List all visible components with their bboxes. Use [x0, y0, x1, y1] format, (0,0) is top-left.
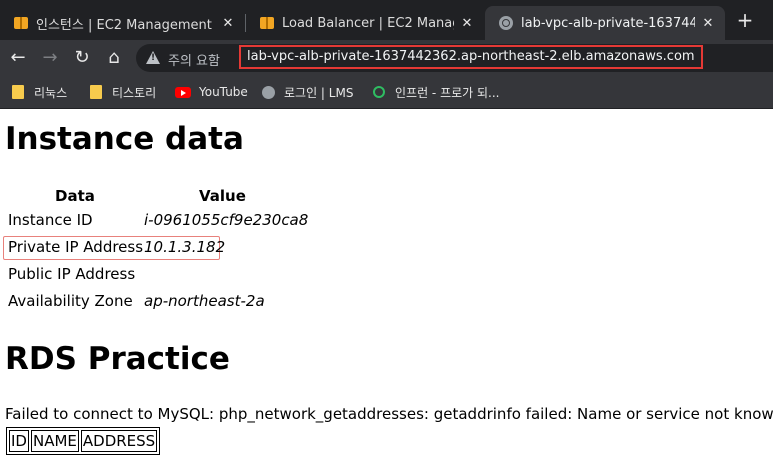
home-icon: ⌂	[108, 47, 120, 68]
page-content: Instance data Data Value Instance ID i-0…	[0, 109, 773, 470]
aws-icon	[260, 17, 274, 29]
new-tab-button[interactable]: +	[735, 8, 755, 32]
home-button[interactable]: ⌂	[102, 46, 126, 70]
close-icon[interactable]: ✕	[701, 16, 715, 31]
tab-strip: 인스턴스 | EC2 Management Co ✕ Load Balancer…	[0, 0, 773, 40]
column-header-id: ID	[9, 430, 29, 452]
globe-icon	[499, 16, 513, 30]
tab-title: 인스턴스 | EC2 Management Co	[36, 17, 215, 33]
column-header-data: Data	[55, 187, 95, 205]
folder-icon	[90, 85, 102, 99]
row-label-public-ip: Public IP Address	[8, 265, 136, 283]
bookmark-label: 리눅스	[34, 85, 68, 100]
security-label[interactable]: 주의 요함	[168, 50, 220, 69]
row-value-instance-id: i-0961055cf9e230ca8	[144, 211, 309, 229]
address-bar[interactable]: 주의 요함 lab-vpc-alb-private-1637442362.ap-…	[136, 44, 773, 72]
aws-icon	[14, 17, 28, 29]
bookmark-linux[interactable]: 리눅스	[12, 84, 67, 100]
tab-lab-vpc-alb[interactable]: lab-vpc-alb-private-1637442362 ✕	[485, 6, 725, 40]
folder-icon	[12, 85, 24, 99]
back-button[interactable]: ←	[6, 46, 30, 70]
column-header-address: ADDRESS	[80, 430, 158, 452]
tab-title: Load Balancer | EC2 Managemen	[282, 15, 454, 31]
bookmark-label: 인프런 - 프로가 되...	[395, 85, 500, 100]
tab-ec2-instances[interactable]: 인스턴스 | EC2 Management Co ✕	[0, 6, 245, 40]
inflearn-icon	[373, 86, 385, 98]
page-title: Instance data	[5, 121, 244, 157]
rds-table: ID NAME ADDRESS	[6, 427, 161, 455]
bookmarks-bar: 리눅스 티스토리 YouTube 로그인 | LMS 인프런 - 프로가 되..…	[0, 76, 773, 109]
bookmark-tistory[interactable]: 티스토리	[90, 84, 156, 100]
bookmark-inflearn[interactable]: 인프런 - 프로가 되...	[373, 84, 500, 100]
close-icon[interactable]: ✕	[460, 16, 474, 31]
column-header-name: NAME	[30, 430, 79, 452]
close-icon[interactable]: ✕	[221, 16, 235, 31]
bookmark-label: YouTube	[199, 85, 248, 99]
bookmark-label: 티스토리	[112, 85, 157, 100]
row-label-instance-id: Instance ID	[8, 211, 93, 229]
row-label-private-ip: Private IP Address	[8, 238, 144, 256]
table-header-row: ID NAME ADDRESS	[9, 430, 158, 452]
mysql-error-message: Failed to connect to MySQL: php_network_…	[5, 405, 773, 423]
bookmark-label: 로그인 | LMS	[284, 85, 354, 100]
bookmark-youtube[interactable]: YouTube	[175, 84, 248, 100]
column-header-value: Value	[199, 187, 246, 205]
forward-button[interactable]: →	[38, 46, 62, 70]
warning-icon[interactable]	[146, 51, 160, 64]
browser-toolbar: ← → ↻ ⌂ 주의 요함 lab-vpc-alb-private-163744…	[0, 40, 773, 76]
tab-title: lab-vpc-alb-private-1637442362	[521, 15, 695, 31]
globe-icon	[262, 85, 275, 99]
tab-load-balancer[interactable]: Load Balancer | EC2 Managemen ✕	[246, 6, 484, 40]
bookmark-lms[interactable]: 로그인 | LMS	[262, 84, 353, 100]
row-label-availability-zone: Availability Zone	[8, 292, 133, 310]
reload-icon: ↻	[74, 47, 90, 68]
row-value-private-ip: 10.1.3.182	[144, 238, 226, 256]
row-value-availability-zone: ap-northeast-2a	[144, 292, 265, 310]
reload-button[interactable]: ↻	[70, 46, 94, 70]
rds-heading: RDS Practice	[5, 341, 230, 377]
arrow-right-icon: →	[42, 47, 58, 68]
youtube-icon	[175, 86, 191, 98]
arrow-left-icon: ←	[10, 47, 26, 68]
url-text[interactable]: lab-vpc-alb-private-1637442362.ap-northe…	[239, 45, 703, 69]
